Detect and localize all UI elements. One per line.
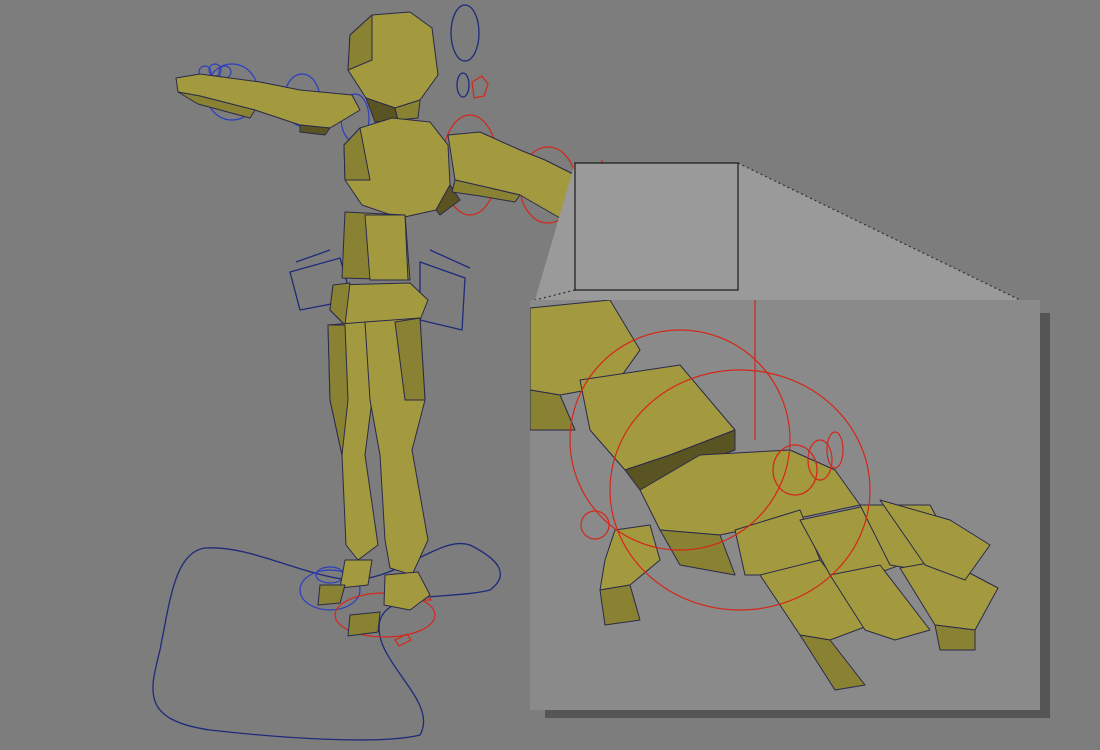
viewport-scene: [152, 4, 1050, 741]
3d-viewport[interactable]: [0, 0, 1100, 750]
foot-control-curve[interactable]: [152, 542, 502, 741]
zoom-connector: [535, 163, 1020, 300]
